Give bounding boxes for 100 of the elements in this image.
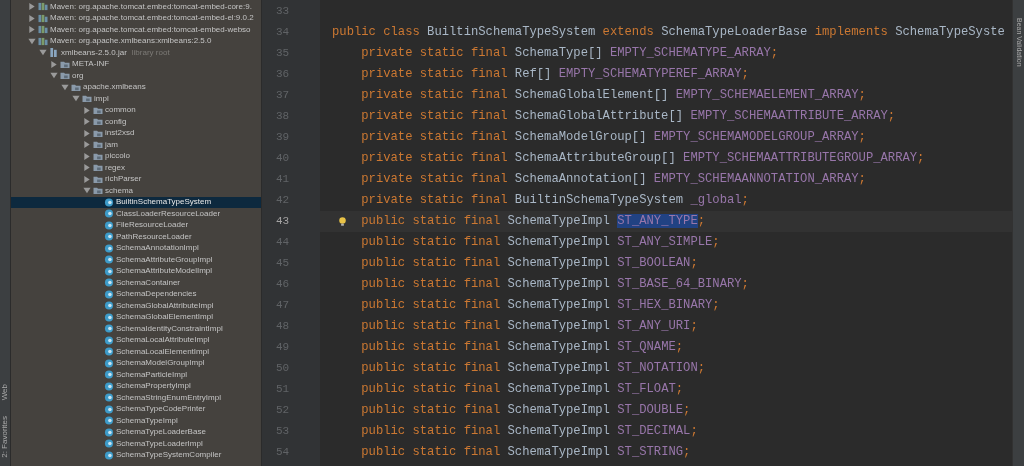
tree-label: impl [94,92,109,105]
tree-item[interactable]: SchemaTypeLoaderBase [11,426,261,438]
lightbulb-icon[interactable] [338,216,347,227]
tree-item[interactable]: SchemaPropertyImpl [11,380,261,392]
collapse-arrow-icon[interactable] [59,82,70,92]
tree-item[interactable]: SchemaDependencies [11,288,261,300]
code-line: public static final SchemaTypeImpl ST_BOOLEAN; [360,255,699,272]
tree-item[interactable]: SchemaTypeSystemCompiler [11,449,261,461]
tree-item[interactable]: SchemaTypeLoaderImpl [11,438,261,450]
tree-item[interactable]: FileResourceLoader [11,219,261,231]
tree-label: config [105,115,127,128]
class-icon [104,439,114,449]
expand-arrow-icon[interactable] [81,151,92,161]
tree-item[interactable]: org [11,70,261,82]
tree-item[interactable]: regex [11,162,261,174]
tree-label: SchemaIdentityConstraintImpl [116,322,223,335]
class-icon [104,450,114,460]
code-line: private static final SchemaType[] EMPTY_SCHEMATYPE_ARRAY; [360,45,780,62]
tree-label: SchemaDependencies [116,288,197,301]
tree-item[interactable]: Maven: org.apache.tomcat.embed:tomcat-embed-el:9.0.2 [11,12,261,24]
package-icon [60,59,70,69]
code-line: public static final SchemaTypeImpl ST_ANY_URI; [360,318,699,335]
tree-item[interactable]: Maven: org.apache.tomcat.embed:tomcat-embed-webso [11,24,261,36]
tree-label: META-INF [72,58,110,71]
tree-item[interactable]: SchemaTypeImpl [11,415,261,427]
tree-item[interactable]: META-INF [11,58,261,70]
tree-label: SchemaTypeSystemCompiler [116,449,222,462]
tree-item[interactable]: SchemaLocalElementImpl [11,346,261,358]
tree-item[interactable]: SchemaStringEnumEntryImpl [11,392,261,404]
tool-window-tab[interactable]: Web [0,383,10,401]
tree-label: SchemaGlobalElementImpl [116,311,213,324]
expand-arrow-icon[interactable] [81,140,92,150]
library-icon [38,13,48,23]
tree-label: SchemaAttributeGroupImpl [116,253,213,266]
code-line: public static final SchemaTypeImpl ST_ANY_SIMPLE; [360,234,721,251]
expand-arrow-icon[interactable] [26,2,37,12]
expand-arrow-icon[interactable] [26,25,37,35]
tool-window-tab[interactable]: 2: Favorites [0,416,10,458]
tree-item[interactable]: Maven: org.apache.xmlbeans:xmlbeans:2.5.0 [11,35,261,47]
tree-item[interactable]: SchemaLocalAttributeImpl [11,334,261,346]
tree-label: Maven: org.apache.xmlbeans:xmlbeans:2.5.0 [50,35,212,48]
code-line: public static final SchemaTypeImpl ST_DOUBLE; [360,402,692,419]
tree-item[interactable]: SchemaTypeCodePrinter [11,403,261,415]
tree-label: SchemaModelGroupImpl [116,357,205,370]
code-line: public static final SchemaTypeImpl ST_NOTATION; [360,360,707,377]
package-icon [93,151,103,161]
expand-arrow-icon[interactable] [81,105,92,115]
class-icon [104,358,114,368]
class-icon [104,324,114,334]
tree-item[interactable]: SchemaGlobalElementImpl [11,311,261,323]
expand-arrow-icon[interactable] [26,13,37,23]
expand-arrow-icon[interactable] [48,59,59,69]
tree-item[interactable]: Maven: org.apache.tomcat.embed:tomcat-embed-core:9. [11,1,261,13]
tree-item[interactable]: ClassLoaderResourceLoader [11,208,261,220]
tree-item[interactable]: SchemaContainer [11,277,261,289]
class-icon [104,220,114,230]
tree-item[interactable]: SchemaGlobalAttributeImpl [11,300,261,312]
tree-item[interactable]: PathResourceLoader [11,231,261,243]
tree-item[interactable]: SchemaModelGroupImpl [11,357,261,369]
package-icon [93,105,103,115]
code-line: private static final Ref[] EMPTY_SCHEMATYPEREF_ARRAY; [360,66,750,83]
tree-item[interactable]: SchemaAnnotationImpl [11,242,261,254]
class-icon [104,209,114,219]
class-icon [104,289,114,299]
tree-item[interactable]: inst2xsd [11,127,261,139]
class-icon [104,393,114,403]
collapse-arrow-icon[interactable] [26,36,37,46]
package-icon [82,94,92,104]
tree-label: Maven: org.apache.tomcat.embed:tomcat-embed-core:9. [50,0,252,13]
class-icon [104,312,114,322]
class-icon [104,301,114,311]
tree-item[interactable]: impl [11,93,261,105]
tree-item[interactable]: common [11,104,261,116]
tree-item[interactable]: apache.xmlbeans [11,81,261,93]
tree-item[interactable]: BuiltinSchemaTypeSystem [11,196,261,208]
tree-label: BuiltinSchemaTypeSystem [116,196,212,209]
tree-item[interactable]: richParser [11,173,261,185]
class-icon [104,197,114,207]
library-icon [38,2,48,12]
tree-item[interactable]: piccolo [11,150,261,162]
tree-item[interactable]: SchemaAttributeModelImpl [11,265,261,277]
library-icon [38,36,48,46]
expand-arrow-icon[interactable] [81,163,92,173]
tree-item[interactable]: SchemaParticleImpl [11,369,261,381]
expand-arrow-icon[interactable] [81,174,92,184]
tree-item[interactable]: schema [11,185,261,197]
tree-label: SchemaLocalAttributeImpl [116,334,210,347]
package-icon [60,71,70,81]
tree-item[interactable]: config [11,116,261,128]
expand-arrow-icon[interactable] [81,128,92,138]
tree-item[interactable]: SchemaIdentityConstraintImpl [11,323,261,335]
tree-item[interactable]: jam [11,139,261,151]
tree-label: SchemaLocalElementImpl [116,345,209,358]
tree-label: SchemaStringEnumEntryImpl [116,391,221,404]
tree-label: schema [105,184,133,197]
package-icon [71,82,81,92]
package-icon [93,163,103,173]
tree-label: SchemaTypeLoaderBase [116,426,206,439]
tree-item[interactable]: SchemaAttributeGroupImpl [11,254,261,266]
expand-arrow-icon[interactable] [81,117,92,127]
